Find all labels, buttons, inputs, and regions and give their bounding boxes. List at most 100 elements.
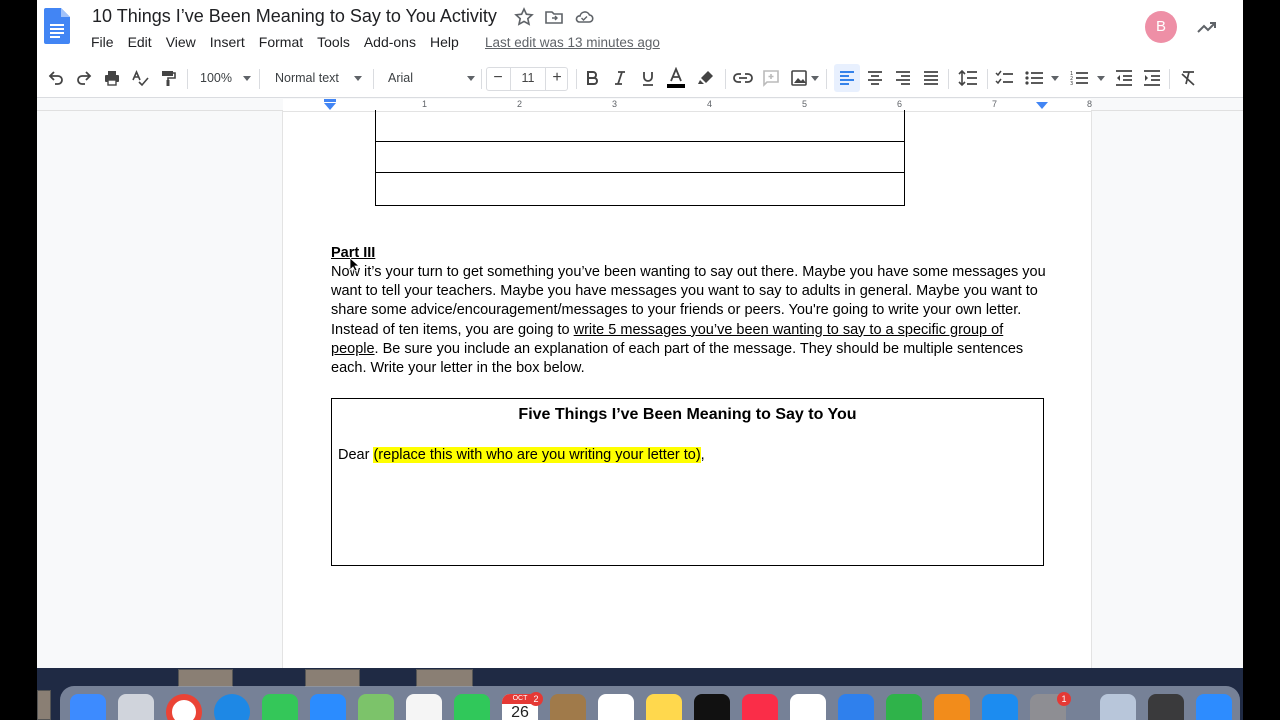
menu-addons[interactable]: Add-ons	[364, 34, 416, 52]
toolbar-divider	[948, 69, 949, 89]
document-page[interactable]: Part III Now it’s your turn to get somet…	[283, 110, 1091, 668]
toolbar-divider	[1169, 69, 1170, 89]
right-indent-marker-icon[interactable]	[1035, 99, 1049, 111]
contacts-icon[interactable]	[550, 694, 586, 720]
bulleted-list-icon[interactable]	[1023, 66, 1045, 90]
left-indent-marker-icon[interactable]	[323, 99, 337, 111]
menu-file[interactable]: File	[91, 34, 114, 52]
spellcheck-icon[interactable]	[129, 66, 151, 90]
add-comment-icon[interactable]	[760, 66, 782, 90]
decrease-font-size-button[interactable]: −	[487, 66, 509, 90]
increase-font-size-button[interactable]: +	[546, 66, 568, 90]
image-dropdown-icon[interactable]	[811, 76, 819, 81]
menu-help[interactable]: Help	[430, 34, 459, 52]
window-thumbnail[interactable]	[416, 669, 473, 687]
menu-format[interactable]: Format	[259, 34, 303, 52]
last-edit-link[interactable]: Last edit was 13 minutes ago	[485, 35, 660, 50]
photos-icon[interactable]	[406, 694, 442, 720]
highlighted-placeholder: (replace this with who are you writing y…	[373, 447, 701, 463]
paragraph-style-select[interactable]: Normal text	[275, 66, 339, 90]
checklist-icon[interactable]	[993, 66, 1015, 90]
docs-logo-icon[interactable]	[44, 8, 70, 44]
menu-tools[interactable]: Tools	[317, 34, 350, 52]
align-left-icon[interactable]	[836, 66, 858, 90]
clear-formatting-icon[interactable]	[1177, 66, 1199, 90]
maps-icon[interactable]	[358, 694, 394, 720]
messages-icon[interactable]	[262, 694, 298, 720]
pages-icon[interactable]	[934, 694, 970, 720]
zoom-select[interactable]: 100%	[200, 66, 232, 90]
document-title[interactable]: 10 Things I’ve Been Meaning to Say to Yo…	[92, 6, 497, 27]
table-row[interactable]	[376, 172, 904, 203]
screenshot-icon[interactable]	[1148, 694, 1184, 720]
window-thumbnail[interactable]	[178, 669, 233, 687]
window-thumbnail[interactable]	[37, 690, 51, 720]
star-icon[interactable]	[514, 7, 534, 27]
calendar-day: 26	[511, 704, 529, 720]
mail-icon[interactable]	[310, 694, 346, 720]
preview-icon[interactable]	[1100, 694, 1136, 720]
line-spacing-icon[interactable]	[956, 66, 980, 90]
launchpad-icon[interactable]	[118, 694, 154, 720]
paragraph-text-end: . Be sure you include an explanation of …	[331, 340, 1024, 377]
reminders-icon[interactable]	[598, 694, 634, 720]
menu-view[interactable]: View	[166, 34, 196, 52]
insert-link-icon[interactable]	[732, 66, 754, 90]
salutation-text: Dear	[338, 447, 374, 463]
align-right-icon[interactable]	[892, 66, 914, 90]
justify-icon[interactable]	[920, 66, 942, 90]
font-dropdown-icon[interactable]	[467, 76, 475, 81]
zoom-value: 100%	[200, 71, 232, 85]
zoom-dropdown-icon[interactable]	[243, 76, 251, 81]
undo-icon[interactable]	[45, 66, 67, 90]
zoom-app-icon[interactable]	[1196, 694, 1232, 720]
toolbar-divider	[187, 69, 188, 89]
bold-icon[interactable]	[582, 66, 602, 90]
menu-insert[interactable]: Insert	[210, 34, 245, 52]
toolbar-divider	[576, 69, 577, 89]
avatar[interactable]: B	[1145, 11, 1177, 43]
paint-format-icon[interactable]	[157, 66, 179, 90]
ruler-number: 8	[1087, 99, 1093, 109]
decrease-indent-icon[interactable]	[1113, 66, 1135, 90]
ruler-number: 3	[612, 99, 618, 109]
facetime-icon[interactable]	[454, 694, 490, 720]
paragraph-style-value: Normal text	[275, 71, 339, 85]
numbered-list-icon[interactable]: 123	[1068, 66, 1090, 90]
numbered-dropdown-icon[interactable]	[1097, 76, 1105, 81]
notes-icon[interactable]	[646, 694, 682, 720]
bullet-dropdown-icon[interactable]	[1051, 76, 1059, 81]
align-center-icon[interactable]	[864, 66, 886, 90]
print-icon[interactable]	[101, 66, 123, 90]
table-partial[interactable]	[375, 110, 905, 206]
calendar-badge: 2	[529, 692, 543, 706]
ruler-number: 5	[802, 99, 808, 109]
keynote-icon[interactable]	[838, 694, 874, 720]
apple-tv-icon[interactable]	[694, 694, 730, 720]
font-size-input[interactable]: 11	[511, 66, 545, 90]
table-row[interactable]	[376, 110, 904, 141]
increase-indent-icon[interactable]	[1141, 66, 1163, 90]
music-icon[interactable]	[742, 694, 778, 720]
numbers-icon[interactable]	[886, 694, 922, 720]
activity-dashboard-icon[interactable]	[1195, 15, 1219, 39]
text-color-icon[interactable]	[665, 66, 687, 90]
highlight-color-icon[interactable]	[695, 66, 717, 90]
style-dropdown-icon[interactable]	[354, 76, 362, 81]
italic-icon[interactable]	[610, 66, 630, 90]
menu-edit[interactable]: Edit	[128, 34, 152, 52]
cloud-saved-icon[interactable]	[574, 7, 594, 27]
ruler-number: 1	[422, 99, 428, 109]
window-thumbnail[interactable]	[305, 669, 360, 687]
app-store-icon[interactable]	[982, 694, 1018, 720]
font-select[interactable]: Arial	[388, 66, 413, 90]
insert-image-icon[interactable]	[788, 66, 810, 90]
underline-icon[interactable]	[638, 66, 658, 90]
toolbar-divider	[725, 69, 726, 89]
letter-box[interactable]: Five Things I’ve Been Meaning to Say to …	[331, 398, 1044, 566]
redo-icon[interactable]	[73, 66, 95, 90]
news-icon[interactable]	[790, 694, 826, 720]
move-folder-icon[interactable]	[544, 7, 564, 27]
table-row[interactable]	[376, 141, 904, 172]
finder-icon[interactable]	[70, 694, 106, 720]
